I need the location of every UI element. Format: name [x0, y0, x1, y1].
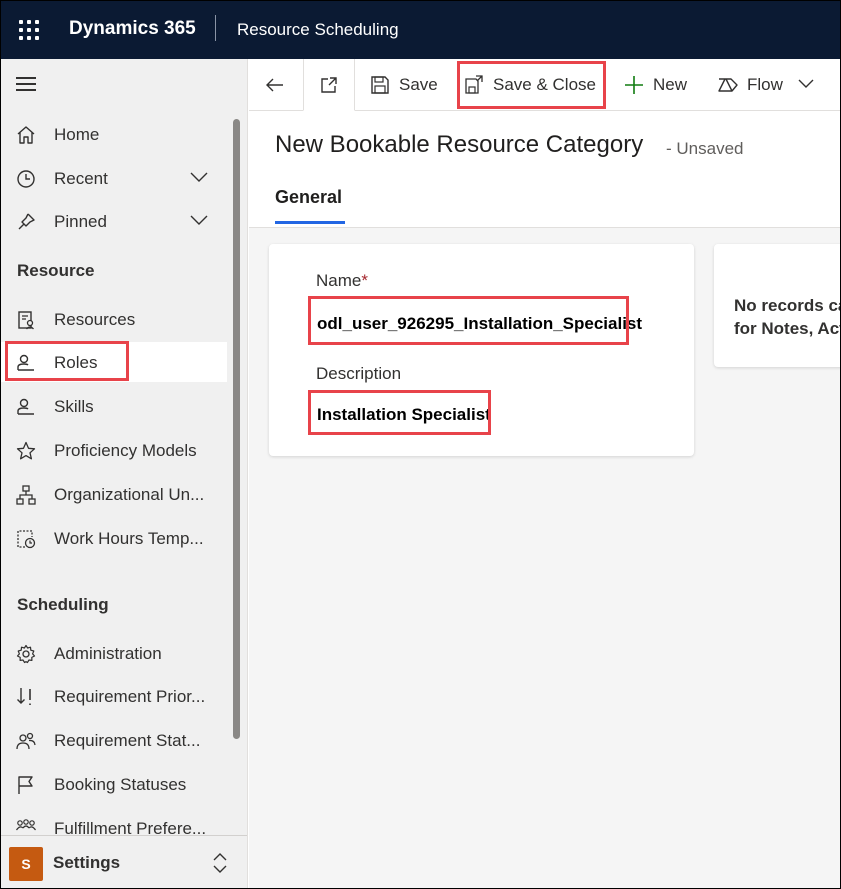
sidebar-item-label: Administration [54, 644, 162, 663]
sidebar-item-recent[interactable]: Recent [1, 158, 227, 198]
chevron-down-icon[interactable] [189, 170, 209, 184]
module-name[interactable]: Resource Scheduling [237, 20, 399, 40]
timeline-section-card: No records ca for Notes, Act [714, 244, 841, 367]
section-header-resource: Resource [17, 261, 95, 280]
person-icon [15, 396, 37, 418]
sidebar-item-label: Requirement Prior... [54, 687, 206, 706]
flag-icon [15, 774, 37, 796]
required-indicator: * [361, 271, 368, 290]
topbar-divider [215, 15, 216, 41]
app-window: Dynamics 365 Resource Scheduling Home Re… [0, 0, 841, 889]
flow-label: Flow [747, 75, 783, 94]
org-chart-icon [15, 484, 37, 506]
sidebar-item-label: Resources [54, 310, 136, 329]
pin-icon [15, 211, 37, 233]
people-icon [15, 730, 37, 752]
sidebar-item-administration[interactable]: Administration [1, 633, 227, 673]
name-field-label: Name* [316, 271, 368, 290]
sidebar-item-proficiency-models[interactable]: Proficiency Models [1, 430, 227, 470]
plus-icon [623, 74, 645, 96]
sidebar-item-resources[interactable]: Resources [1, 299, 227, 339]
description-highlight-box [308, 390, 491, 435]
flow-button[interactable]: Flow [711, 59, 821, 111]
sidebar: Home Recent Pinned Resource Resources Ro… [1, 59, 248, 888]
area-label: Settings [53, 853, 121, 872]
sidebar-item-skills[interactable]: Skills [1, 386, 227, 426]
chevron-down-icon[interactable] [797, 77, 815, 91]
timeline-empty-message: No records ca for Notes, Act [734, 296, 841, 338]
sidebar-item-pinned[interactable]: Pinned [1, 201, 227, 241]
back-button[interactable] [249, 59, 301, 111]
popout-icon [318, 74, 340, 96]
top-navigation-bar: Dynamics 365 Resource Scheduling [1, 1, 840, 59]
sidebar-item-booking-statuses[interactable]: Booking Statuses [1, 764, 227, 804]
sidebar-item-label: Proficiency Models [54, 441, 197, 460]
roles-highlight-box [5, 341, 129, 381]
save-icon [369, 74, 391, 96]
save-label: Save [399, 75, 438, 94]
flow-icon [717, 74, 739, 96]
chevron-up-down-icon [211, 852, 229, 874]
new-button[interactable]: New [617, 59, 697, 111]
sidebar-item-organizational-units[interactable]: Organizational Un... [1, 474, 227, 514]
sidebar-item-home[interactable]: Home [1, 114, 227, 154]
app-name[interactable]: Dynamics 365 [69, 18, 196, 40]
star-icon [15, 440, 37, 462]
save-button[interactable]: Save [361, 59, 447, 111]
chevron-down-icon[interactable] [189, 213, 209, 227]
section-header-scheduling: Scheduling [17, 595, 109, 614]
sidebar-item-label: Home [54, 125, 100, 144]
name-highlight-box [308, 296, 629, 345]
open-in-new-window-button[interactable] [303, 59, 355, 111]
home-icon [15, 124, 37, 146]
sidebar-item-label: Requirement Stat... [54, 731, 201, 750]
app-launcher-icon[interactable] [19, 20, 39, 40]
description-field-label: Description [316, 364, 402, 383]
tab-active-indicator [275, 221, 345, 224]
area-avatar: S [9, 847, 43, 881]
sidebar-item-requirement-priorities[interactable]: Requirement Prior... [1, 676, 227, 716]
sidebar-item-label: Skills [54, 397, 94, 416]
sidebar-item-label: Booking Statuses [54, 775, 187, 794]
hamburger-menu-icon[interactable] [16, 77, 36, 91]
area-switcher[interactable]: S Settings [1, 835, 247, 888]
sidebar-item-label: Organizational Un... [54, 485, 205, 504]
clock-icon [15, 168, 37, 190]
sort-icon [15, 686, 37, 708]
form-save-status: - Unsaved [666, 139, 744, 158]
sidebar-item-label: Recent [54, 169, 108, 188]
resources-icon [15, 309, 37, 331]
sidebar-item-label: Work Hours Temp... [54, 529, 204, 548]
new-label: New [653, 75, 688, 94]
sidebar-item-requirement-statuses[interactable]: Requirement Stat... [1, 720, 227, 760]
back-arrow-icon [264, 74, 286, 96]
form-title: New Bookable Resource Category [275, 131, 644, 158]
save-close-highlight-box [457, 61, 606, 109]
tab-general[interactable]: General [275, 187, 342, 208]
sidebar-item-work-hours-templates[interactable]: Work Hours Temp... [1, 518, 227, 558]
calendar-clock-icon [15, 528, 37, 550]
gear-icon [15, 643, 37, 665]
sidebar-item-label: Pinned [54, 212, 107, 231]
sidebar-scrollbar[interactable] [233, 119, 240, 739]
